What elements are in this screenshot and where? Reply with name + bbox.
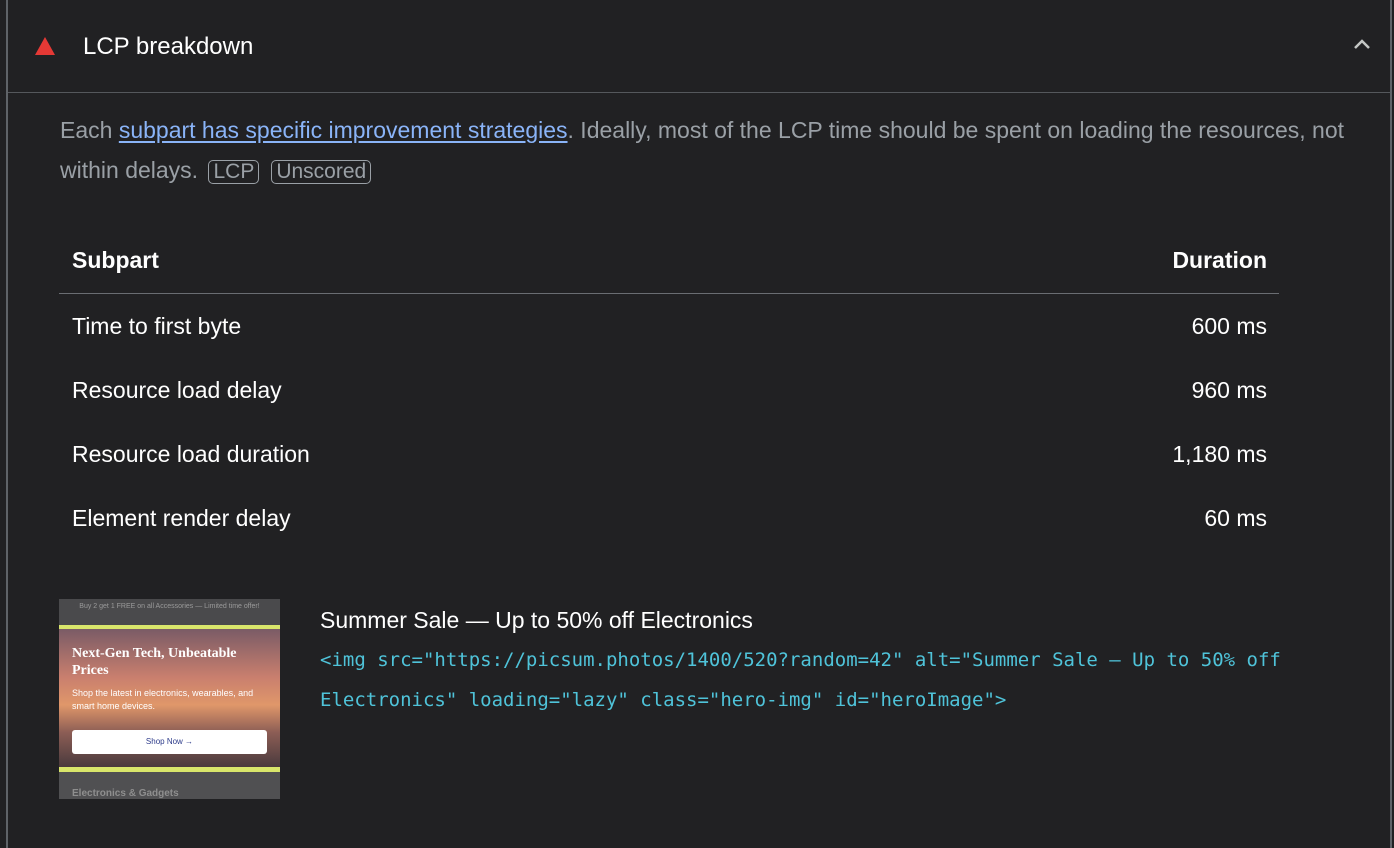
lcp-subpart-table: Subpart Duration Time to first byte 600 … bbox=[59, 236, 1279, 550]
thumbnail-section-title: Electronics & Gadgets bbox=[72, 788, 179, 799]
audit-title: LCP breakdown bbox=[83, 33, 254, 60]
improvement-strategies-link[interactable]: subpart has specific improvement strateg… bbox=[119, 117, 568, 143]
thumbnail-promo-banner: Buy 2 get 1 FREE on all Accessories — Li… bbox=[59, 599, 280, 625]
thumbnail-heading: Next-Gen Tech, Unbeatable Prices bbox=[72, 646, 237, 678]
unscored-badge: Unscored bbox=[271, 160, 372, 184]
duration-cell: 960 ms bbox=[1191, 377, 1267, 403]
chevron-up-icon[interactable] bbox=[1351, 36, 1373, 52]
panel-left-border bbox=[6, 0, 8, 848]
subpart-cell: Resource load delay bbox=[72, 377, 282, 403]
table-row: Resource load duration 1,180 ms bbox=[59, 422, 1279, 486]
lcp-badge: LCP bbox=[208, 160, 260, 184]
lcp-element-thumbnail[interactable]: Buy 2 get 1 FREE on all Accessories — Li… bbox=[59, 599, 280, 799]
table-row: Resource load delay 960 ms bbox=[59, 358, 1279, 422]
table-header: Subpart Duration bbox=[59, 236, 1279, 294]
thumbnail-subheading: Shop the latest in electronics, wearable… bbox=[72, 688, 254, 711]
subpart-cell: Resource load duration bbox=[72, 441, 310, 467]
warning-triangle-icon bbox=[35, 37, 55, 55]
description-prefix: Each bbox=[60, 117, 119, 143]
subpart-cell: Element render delay bbox=[72, 505, 291, 531]
audit-header[interactable]: LCP breakdown bbox=[8, 0, 1390, 93]
lcp-element-label: Summer Sale — Up to 50% off Electronics bbox=[320, 607, 753, 633]
table-row: Time to first byte 600 ms bbox=[59, 294, 1279, 358]
duration-cell: 1,180 ms bbox=[1172, 441, 1267, 467]
audit-description: Each subpart has specific improvement st… bbox=[60, 110, 1350, 190]
lcp-element-snippet[interactable]: <img src="https://picsum.photos/1400/520… bbox=[320, 640, 1330, 720]
duration-cell: 60 ms bbox=[1204, 505, 1267, 531]
panel-right-border bbox=[1390, 0, 1392, 848]
thumbnail-footer: Electronics & Gadgets bbox=[59, 772, 280, 799]
table-row: Element render delay 60 ms bbox=[59, 486, 1279, 550]
column-header-subpart: Subpart bbox=[72, 247, 159, 273]
subpart-cell: Time to first byte bbox=[72, 313, 242, 339]
thumbnail-hero-image: Next-Gen Tech, Unbeatable Prices Shop th… bbox=[59, 629, 280, 767]
thumbnail-shop-button: Shop Now → bbox=[72, 730, 267, 754]
duration-cell: 600 ms bbox=[1191, 313, 1267, 339]
column-header-duration: Duration bbox=[1172, 247, 1267, 273]
